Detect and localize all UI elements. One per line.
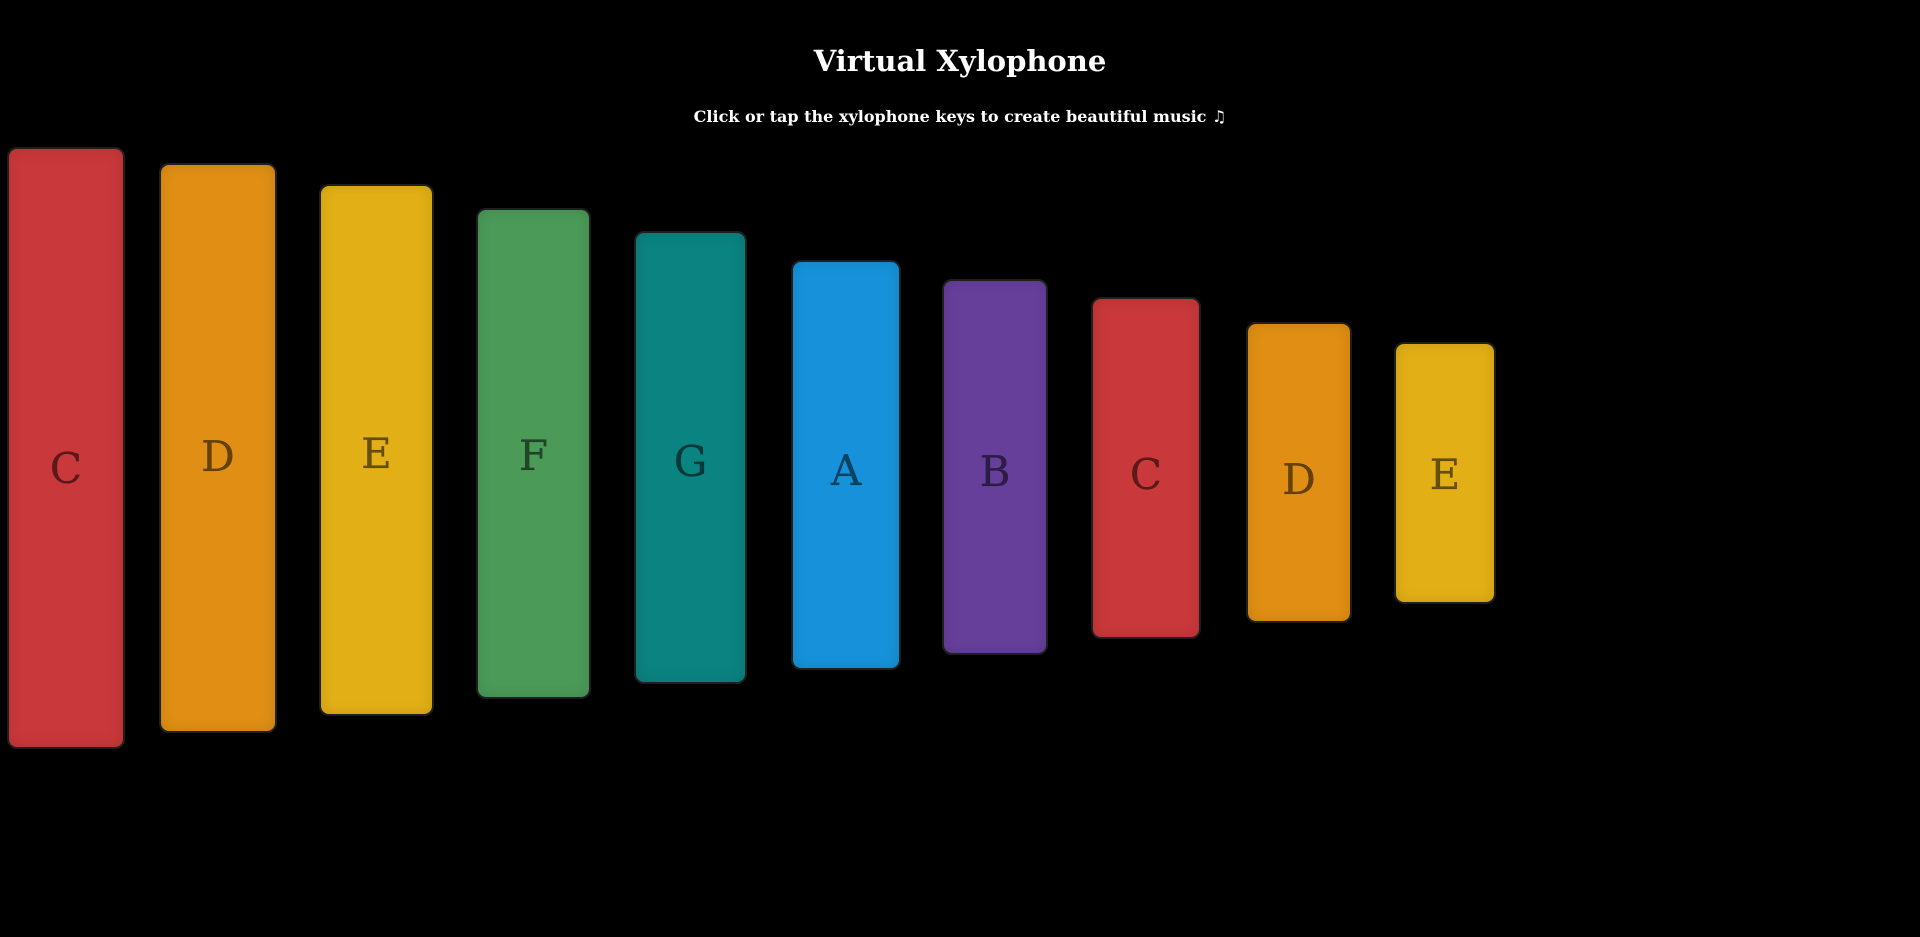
key-label: E	[1429, 449, 1461, 499]
key-label: F	[518, 431, 549, 480]
key-f[interactable]: F	[476, 208, 591, 699]
key-label: A	[830, 445, 862, 495]
key-a[interactable]: A	[791, 260, 901, 670]
xylophone-page: Virtual Xylophone Click or tap the xylop…	[0, 0, 1920, 937]
key-b[interactable]: B	[942, 279, 1048, 655]
key-e-low[interactable]: E	[319, 184, 434, 716]
key-c-high[interactable]: C	[1091, 297, 1201, 639]
key-label: D	[1282, 454, 1316, 504]
key-label: G	[673, 437, 708, 486]
key-d-low[interactable]: D	[159, 163, 277, 733]
xylophone: C D E F G A B C D E	[0, 0, 1920, 937]
key-label: E	[361, 429, 392, 478]
key-label: C	[1129, 450, 1163, 499]
key-d-high[interactable]: D	[1246, 322, 1352, 623]
key-c-low[interactable]: C	[7, 147, 125, 749]
key-g[interactable]: G	[634, 231, 747, 684]
key-label: C	[49, 443, 83, 493]
key-label: D	[201, 431, 235, 481]
key-label: B	[979, 447, 1011, 496]
key-e-high[interactable]: E	[1394, 342, 1496, 604]
